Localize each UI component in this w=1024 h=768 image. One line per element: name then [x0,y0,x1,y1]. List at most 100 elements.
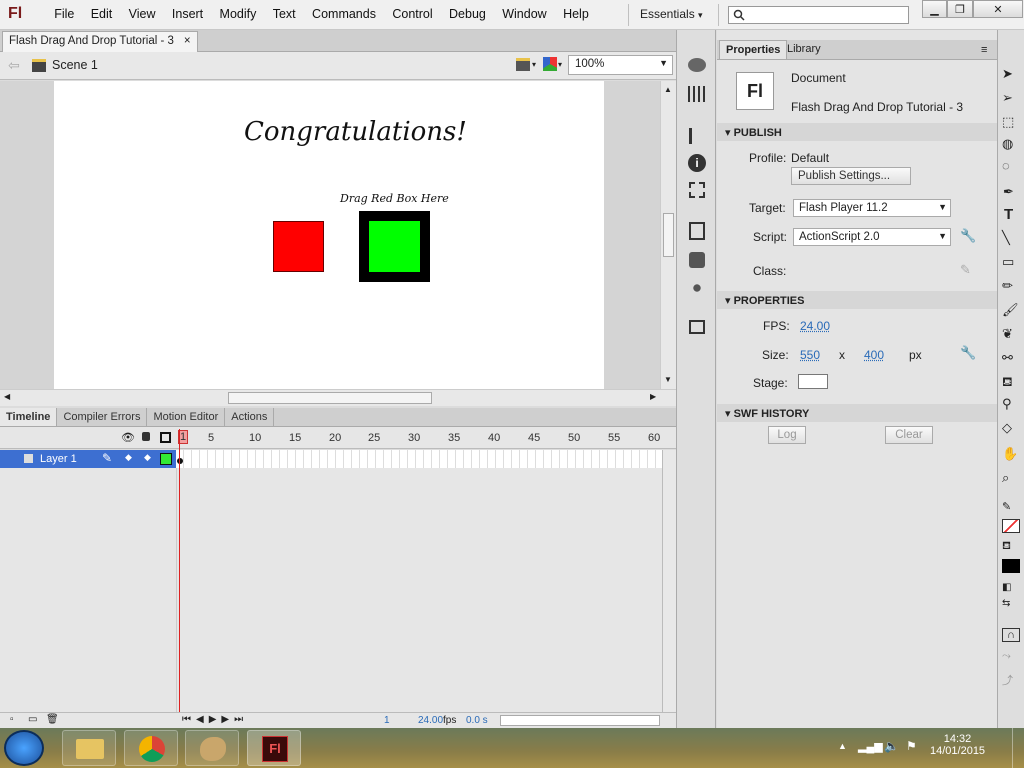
network-icon[interactable]: ▂▄▆ [858,740,883,753]
lasso-tool-icon[interactable]: ◌ [1002,158,1010,173]
stage-width[interactable]: 550 [800,348,820,362]
keyframe-marker[interactable] [177,458,183,464]
align-icon[interactable] [689,128,703,144]
start-button[interactable] [4,730,44,766]
stage-height[interactable]: 400 [864,348,884,362]
menu-control[interactable]: Control [384,7,441,21]
close-button[interactable]: ✕ [973,0,1023,18]
log-button[interactable]: Log [768,426,806,444]
document-tab[interactable]: Flash Drag And Drop Tutorial - 3 × [2,31,198,52]
zoom-tool-icon[interactable]: ⌕ [1002,470,1009,486]
bone-tool-icon[interactable]: ⚯ [1002,350,1013,366]
menu-file[interactable]: File [46,7,83,21]
menu-help[interactable]: Help [555,7,597,21]
stroke-color-icon[interactable]: ✎ [1002,500,1011,513]
edit-symbols-icon[interactable] [543,57,557,71]
menu-view[interactable]: View [120,7,163,21]
tab-timeline[interactable]: Timeline [0,408,58,426]
rectangle-tool-icon[interactable]: ▭ [1002,254,1014,270]
timeline-vertical-scrollbar[interactable] [662,450,676,712]
stage-color-swatch[interactable] [798,374,828,389]
paint-bucket-tool-icon[interactable]: ⛾ [1002,374,1013,392]
tab-actions[interactable]: Actions [225,408,275,426]
minimize-button[interactable]: ▁ [922,0,947,18]
brush-tool-icon[interactable]: 🖌 [1002,302,1019,318]
publish-section-header[interactable]: ▾ PUBLISH [717,123,997,141]
help-search-input[interactable] [728,6,909,24]
layer-row[interactable]: Layer 1 ✎ ◆ ◆ [0,450,176,468]
flash-taskbar-icon[interactable]: Fl [247,730,301,766]
3d-rotation-tool-icon[interactable]: ◍ [1002,136,1013,152]
text-tool-icon[interactable]: T [1004,206,1013,223]
swatches-icon[interactable] [688,86,706,102]
transform-icon[interactable] [689,182,705,198]
layer-name[interactable]: Layer 1 [40,453,77,465]
swap-colors-icon[interactable]: ⇆ [1002,598,1010,609]
scene-breadcrumb[interactable]: Scene 1 [32,58,98,72]
volume-icon[interactable]: 🔈 [884,739,899,753]
scroll-left-icon[interactable]: ◀ [4,392,10,401]
color-panel-icon[interactable] [688,58,706,72]
tab-motion-editor[interactable]: Motion Editor [147,408,226,426]
script-select[interactable]: ActionScript 2.0 ▼ [793,228,951,246]
pencil-icon[interactable]: ✎ [960,262,971,278]
clear-button[interactable]: Clear [885,426,933,444]
target-select[interactable]: Flash Player 11.2 ▼ [793,199,951,217]
stage[interactable]: Congratulations! Drag Red Box Here [54,81,604,389]
eyedropper-tool-icon[interactable]: ⚲ [1002,396,1012,412]
layer-color-swatch[interactable] [160,453,172,465]
playback-controls[interactable]: ⏮◀▶▶⏭ [182,714,248,725]
wrench-icon[interactable]: 🔧 [960,228,976,244]
project-icon[interactable] [689,320,705,334]
snap-to-objects-icon[interactable]: ∩ [1002,628,1020,642]
frame-grid[interactable] [176,450,662,468]
clock[interactable]: 14:32 14/01/2015 [930,733,985,757]
properties-section-header[interactable]: ▾ PROPERTIES [717,291,997,309]
visibility-dot-icon[interactable]: ◆ [125,452,132,463]
red-drag-box[interactable] [273,221,324,272]
motion-presets-icon[interactable] [689,280,705,296]
swf-history-section-header[interactable]: ▾ SWF HISTORY [717,404,997,422]
scroll-right-icon[interactable]: ▶ [650,392,656,401]
selection-tool-icon[interactable]: ➤ [1002,66,1013,82]
straighten-icon[interactable]: ⤴ [1002,672,1013,688]
components-icon[interactable] [689,252,705,268]
zoom-select[interactable]: 100% ▼ [568,55,673,75]
explorer-taskbar-icon[interactable] [62,730,116,766]
delete-icon[interactable]: 🗑 [46,714,59,725]
line-tool-icon[interactable]: ╲ [1002,230,1010,246]
pen-tool-icon[interactable]: ✒ [1003,184,1014,200]
stage-horizontal-scrollbar[interactable]: ◀ ▶ [0,389,676,406]
new-layer-icon[interactable]: ▫ [10,714,14,725]
smooth-icon[interactable]: ⤳ [1002,650,1011,663]
menu-window[interactable]: Window [494,7,555,21]
subselection-tool-icon[interactable]: ➢ [1002,90,1013,106]
chrome-taskbar-icon[interactable] [124,730,178,766]
menu-commands[interactable]: Commands [304,7,384,21]
action-center-icon[interactable]: ⚑ [906,739,917,753]
outline-icon[interactable] [160,432,171,443]
tab-properties[interactable]: Properties [719,40,788,59]
menu-modify[interactable]: Modify [211,7,264,21]
code-snippets-icon[interactable] [689,222,705,240]
back-arrow-icon[interactable]: ⇦ [8,57,20,74]
close-icon[interactable]: × [184,35,191,49]
edit-scene-icon[interactable] [516,58,530,71]
scroll-down-icon[interactable]: ▼ [664,375,672,384]
show-desktop-button[interactable] [1012,728,1024,768]
menu-insert[interactable]: Insert [164,7,212,21]
tab-compiler-errors[interactable]: Compiler Errors [57,408,148,426]
timeline-horizontal-scrollbar[interactable] [500,715,660,726]
wrench-icon[interactable]: 🔧 [960,345,976,361]
hand-tool-icon[interactable]: ✋ [1002,446,1018,462]
eye-icon[interactable]: 👁 [121,431,135,444]
playhead[interactable] [179,429,180,712]
paint-taskbar-icon[interactable] [185,730,239,766]
workspace-switcher[interactable]: Essentials ▾ [640,7,703,21]
free-transform-tool-icon[interactable]: ⬚ [1002,114,1014,130]
fill-color-icon[interactable]: ⛾ [1002,540,1011,554]
eraser-tool-icon[interactable]: ◇ [1002,420,1012,436]
lock-dot-icon[interactable]: ◆ [144,452,151,463]
horizontal-scroll-thumb[interactable] [228,392,432,404]
menu-text[interactable]: Text [265,7,304,21]
